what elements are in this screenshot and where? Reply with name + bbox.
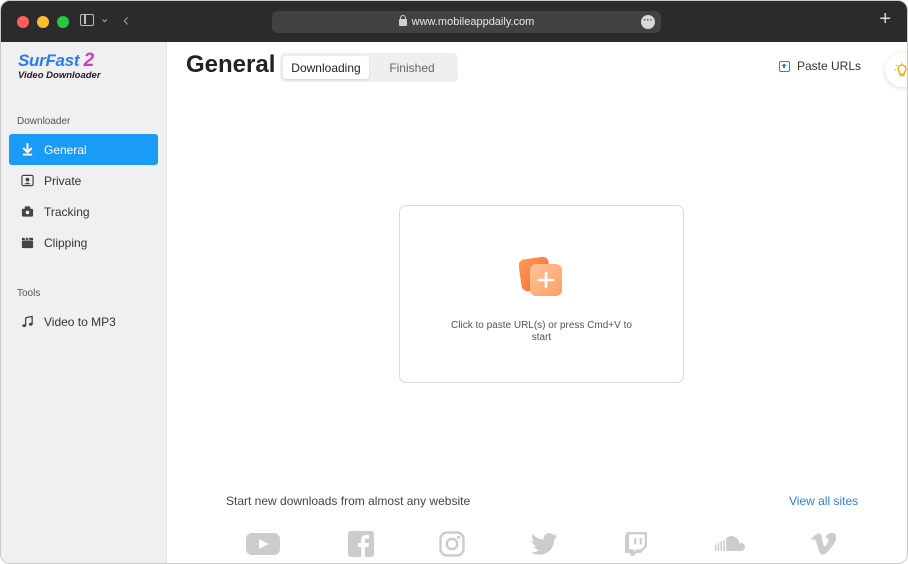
app-window: ⌄ ‹ www.mobileappdaily.com ··· + SurFast… — [0, 0, 908, 564]
twitch-icon[interactable] — [625, 530, 647, 558]
sidebar-item-private[interactable]: Private — [9, 165, 158, 196]
sidebar-item-tracking[interactable]: Tracking — [9, 196, 158, 227]
soundcloud-icon[interactable] — [713, 530, 745, 558]
back-chevron-icon[interactable]: ‹ — [123, 10, 129, 31]
app-logo: SurFast 2 Video Downloader — [18, 50, 101, 81]
download-tabs: Downloading Finished — [280, 53, 458, 82]
sidebar-toggle-icon[interactable] — [80, 14, 94, 26]
tab-downloading[interactable]: Downloading — [283, 56, 369, 79]
paste-plus-icon — [519, 256, 562, 296]
more-options-icon[interactable]: ··· — [641, 15, 655, 29]
chevron-down-icon[interactable]: ⌄ — [100, 12, 109, 25]
twitter-icon[interactable] — [532, 530, 558, 558]
paste-urls-label: Paste URLs — [797, 59, 862, 73]
tab-finished[interactable]: Finished — [369, 56, 455, 79]
tracking-camera-icon — [21, 205, 34, 218]
private-user-icon — [21, 174, 34, 187]
logo-name: SurFast — [18, 51, 80, 70]
lightbulb-icon — [894, 62, 907, 77]
section-label-tools: Tools — [17, 288, 41, 299]
clapper-icon — [21, 236, 34, 249]
sidebar-item-label: Clipping — [44, 235, 88, 250]
vimeo-icon[interactable] — [811, 530, 837, 558]
logo-version: 2 — [83, 50, 95, 71]
logo-subtitle: Video Downloader — [18, 70, 101, 81]
supported-sites-row — [245, 530, 845, 560]
paste-url-dropzone[interactable]: Click to paste URL(s) or press Cmd+V to … — [399, 205, 684, 383]
dropzone-instruction: Click to paste URL(s) or press Cmd+V to … — [451, 320, 632, 343]
section-label-downloader: Downloader — [17, 116, 71, 127]
sidebar-item-label: Tracking — [44, 204, 90, 219]
lock-icon — [398, 14, 407, 28]
supported-sites-caption: Start new downloads from almost any webs… — [226, 494, 471, 508]
tips-lightbulb-button[interactable] — [885, 53, 907, 87]
sidebar-item-label: Private — [44, 173, 82, 188]
url-text: www.mobileappdaily.com — [411, 16, 535, 28]
browser-titlebar: ⌄ ‹ www.mobileappdaily.com ··· + — [1, 1, 907, 42]
sidebar-item-label: Video to MP3 — [44, 314, 116, 329]
music-note-icon — [21, 315, 34, 328]
download-arrow-icon — [21, 143, 34, 156]
instagram-icon[interactable] — [439, 530, 465, 558]
window-controls — [17, 16, 69, 28]
main-content: General Downloading Finished Paste URLs — [167, 42, 907, 563]
sidebar-item-general[interactable]: General — [9, 134, 158, 165]
new-tab-plus-icon[interactable]: + — [879, 9, 891, 29]
sidebar-item-video-to-mp3[interactable]: Video to MP3 — [9, 306, 158, 337]
sidebar: SurFast 2 Video Downloader Downloader Ge… — [1, 42, 167, 563]
minimize-window-button[interactable] — [37, 16, 49, 28]
view-all-sites-link[interactable]: View all sites — [789, 494, 858, 508]
close-window-button[interactable] — [17, 16, 29, 28]
paste-urls-button[interactable]: Paste URLs — [779, 59, 861, 73]
page-title: General — [186, 51, 276, 78]
zoom-window-button[interactable] — [57, 16, 69, 28]
plus-square-icon — [779, 60, 790, 72]
sidebar-item-clipping[interactable]: Clipping — [9, 227, 158, 258]
facebook-icon[interactable] — [348, 530, 374, 558]
sidebar-item-label: General — [44, 142, 87, 157]
address-bar[interactable]: www.mobileappdaily.com ··· — [272, 11, 661, 33]
youtube-icon[interactable] — [245, 530, 281, 558]
